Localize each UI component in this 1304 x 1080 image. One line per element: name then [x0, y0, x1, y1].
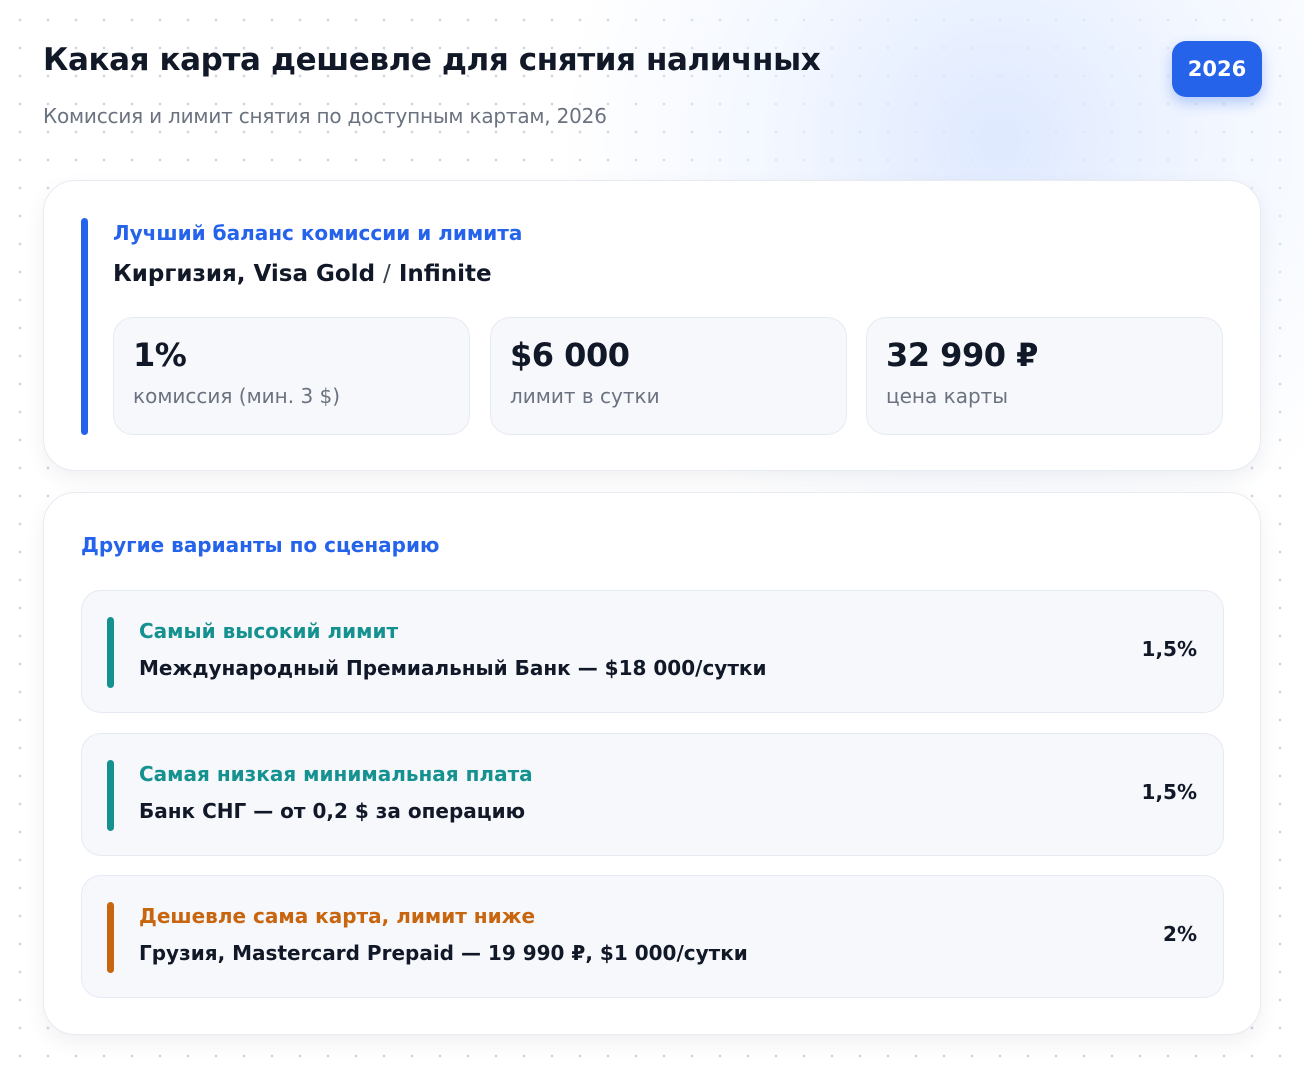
best-option-card: Лучший баланс комиссии и лимита Киргизия… — [43, 180, 1261, 471]
stat-value: $6 000 — [510, 336, 630, 374]
best-name-tier: Infinite — [398, 261, 492, 287]
year-badge[interactable]: 2026 — [1172, 41, 1262, 97]
option-description: Международный Премиальный Банк — $18 000… — [139, 656, 767, 680]
option-row-highest-limit[interactable]: Самый высокий лимит Международный Премиа… — [81, 590, 1224, 713]
option-accent-bar — [107, 902, 114, 973]
stat-label: лимит в сутки — [510, 384, 660, 408]
best-name-separator: / — [383, 261, 391, 287]
option-rate: 2% — [1163, 922, 1197, 946]
page-subtitle: Комиссия и лимит снятия по доступным кар… — [43, 104, 607, 128]
stat-tile-price: 32 990 ₽ цена карты — [866, 317, 1223, 435]
option-accent-bar — [107, 760, 114, 831]
other-options-card: Другие варианты по сценарию Самый высоки… — [43, 492, 1261, 1035]
best-option-name: Киргизия, Visa Gold / Infinite — [113, 261, 492, 287]
stat-value: 1% — [133, 336, 187, 374]
option-row-lowest-fee[interactable]: Самая низкая минимальная плата Банк СНГ … — [81, 733, 1224, 856]
option-description: Грузия, Mastercard Prepaid — 19 990 ₽, $… — [139, 941, 748, 965]
best-option-label: Лучший баланс комиссии и лимита — [113, 221, 523, 245]
stat-tile-commission: 1% комиссия (мин. 3 $) — [113, 317, 470, 435]
option-title: Самая низкая минимальная плата — [139, 762, 533, 786]
option-row-cheaper-card[interactable]: Дешевле сама карта, лимит ниже Грузия, M… — [81, 875, 1224, 998]
page-title: Какая карта дешевле для снятия наличных — [43, 42, 821, 78]
stat-tile-limit: $6 000 лимит в сутки — [490, 317, 847, 435]
stat-label: комиссия (мин. 3 $) — [133, 384, 341, 408]
option-rate: 1,5% — [1141, 637, 1197, 661]
option-description: Банк СНГ — от 0,2 $ за операцию — [139, 799, 526, 823]
option-title: Самый высокий лимит — [139, 619, 399, 643]
stat-value: 32 990 ₽ — [886, 336, 1038, 374]
best-name-main: Киргизия, Visa Gold — [113, 261, 376, 287]
best-accent-bar — [81, 218, 88, 435]
option-title: Дешевле сама карта, лимит ниже — [139, 904, 536, 928]
option-accent-bar — [107, 617, 114, 688]
stat-label: цена карты — [886, 384, 1009, 408]
option-rate: 1,5% — [1141, 780, 1197, 804]
section-heading: Другие варианты по сценарию — [81, 533, 440, 557]
